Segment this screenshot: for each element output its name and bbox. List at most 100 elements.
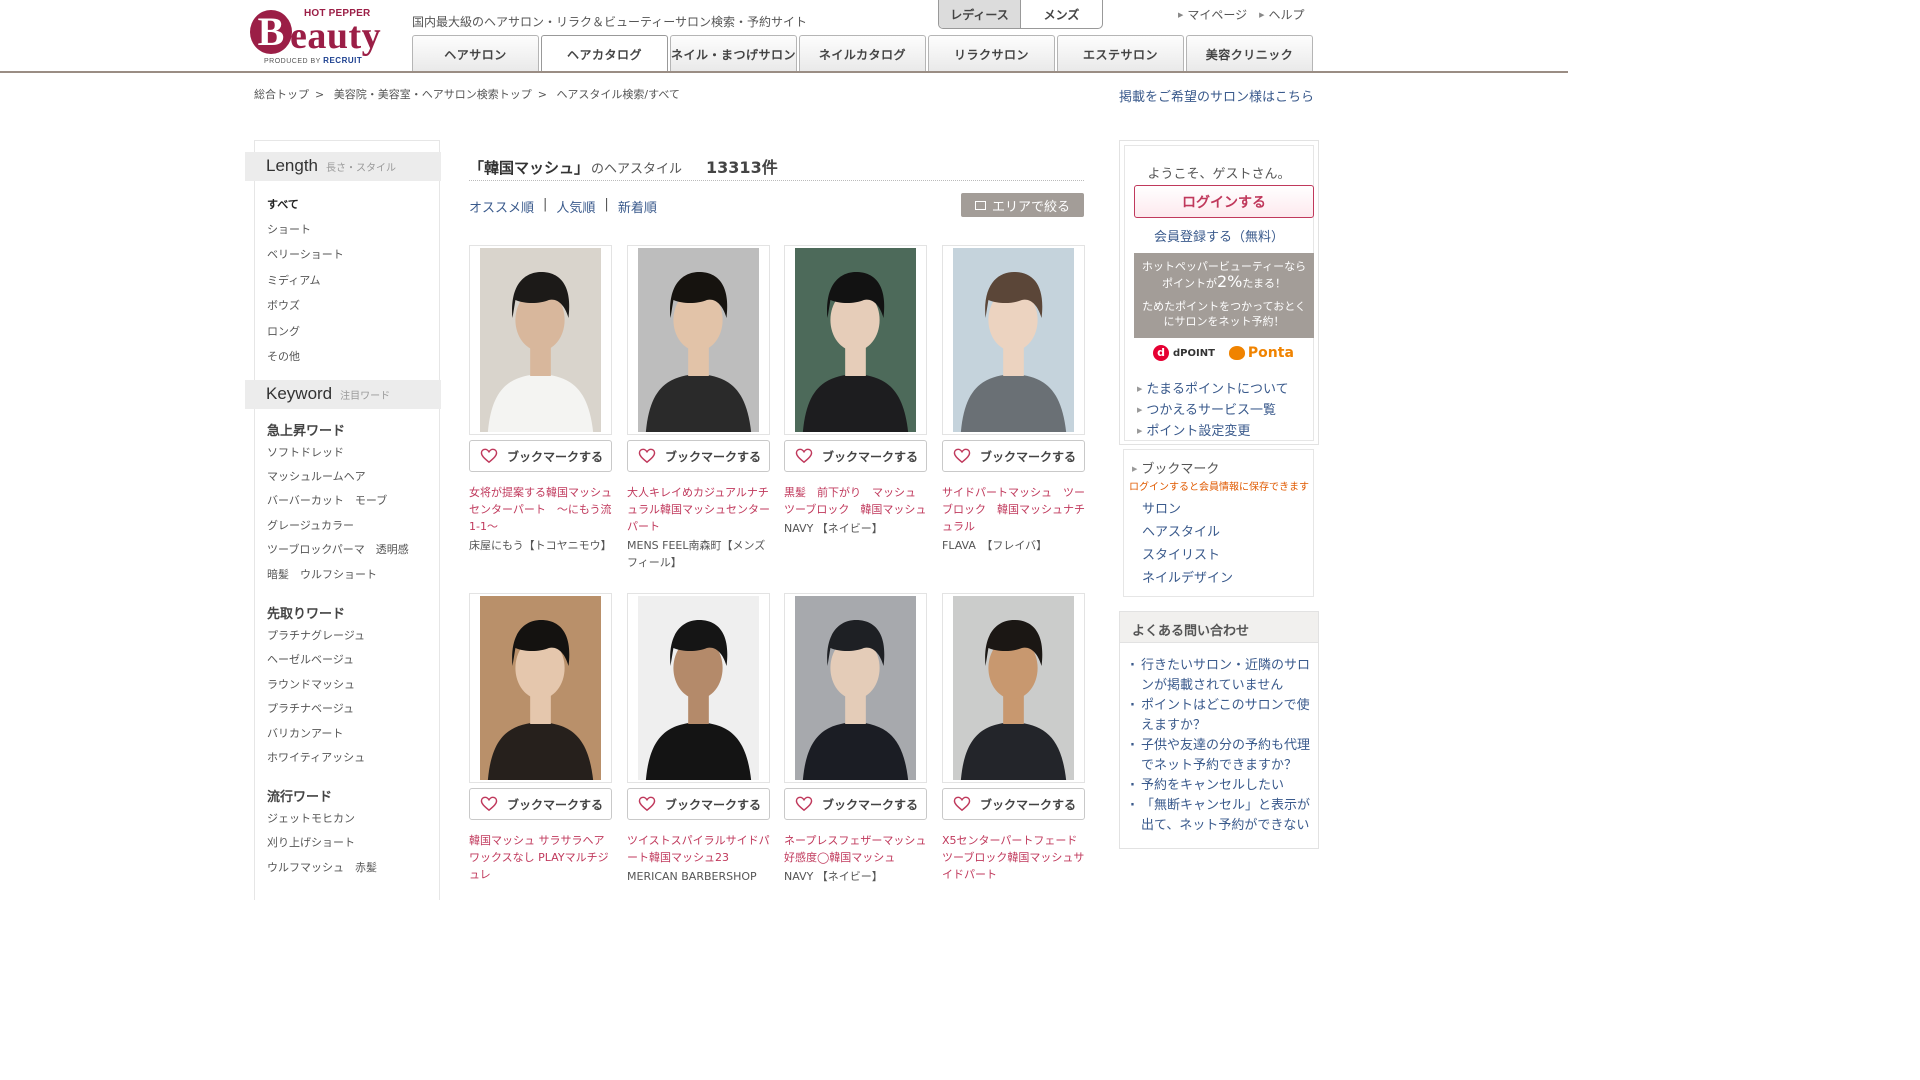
style-title[interactable]: 韓国マッシュ サラサラヘア ワックスなし PLAYマルチジュレ [469, 832, 612, 883]
keyword-item[interactable]: ホワイティアッシュ [267, 749, 365, 765]
bookmark-link-stylist[interactable]: スタイリスト [1142, 544, 1220, 563]
salon-name[interactable]: NAVY 【ネイビー】 [784, 520, 927, 537]
salon-name[interactable]: NAVY 【ネイビー】 [784, 868, 927, 885]
keyword-item[interactable]: 刈り上げショート [267, 834, 355, 850]
mypage-link[interactable]: マイページ [1178, 6, 1247, 23]
faq-item[interactable]: 行きたいサロン・近隣のサロンが掲載されていません [1130, 656, 1314, 696]
nav-tab-hair-catalog[interactable]: ヘアカタログ [541, 35, 668, 73]
bookmark-button[interactable]: ブックマークする [469, 440, 612, 472]
nav-tab-esthetic-salon[interactable]: エステサロン [1057, 35, 1184, 72]
style-card[interactable]: ブックマークする大人キレイめカジュアルナチュラル韓国マッシュセンターパート MEN… [627, 245, 770, 571]
style-photo[interactable] [627, 245, 770, 435]
keyword-item[interactable]: グレージュカラー [267, 517, 354, 533]
keyword-item[interactable]: プラチナベージュ [267, 700, 354, 716]
member-box-inner: ようこそ、ゲストさん。 ログインする 会員登録する（無料） ホットペッパービュー… [1124, 145, 1314, 441]
point-link-about[interactable]: たまるポイントについて [1137, 379, 1288, 400]
style-photo[interactable] [627, 593, 770, 783]
point-link-services[interactable]: つかえるサービス一覧 [1137, 400, 1289, 421]
bookmark-button[interactable]: ブックマークする [784, 788, 927, 820]
points-rate: 2% [1216, 272, 1243, 291]
breadcrumb-salon-search[interactable]: 美容院・美容室・ヘアサロン検索トップ [334, 88, 532, 101]
breadcrumb-top[interactable]: 総合トップ [254, 88, 309, 101]
style-card[interactable]: ブックマークする韓国マッシュ サラサラヘア ワックスなし PLAYマルチジュレ [469, 593, 612, 885]
gender-tab-ladies[interactable]: レディース [939, 0, 1021, 28]
faq-item[interactable]: 子供や友達の分の予約も代理でネット予約できますか？ [1130, 736, 1314, 776]
style-title[interactable]: 女将が提案する韓国マッシュセンターパート ～にもう流1-1～ [469, 484, 612, 535]
bookmark-link-nail-design[interactable]: ネイルデザイン [1142, 567, 1233, 586]
faq-item[interactable]: ポイントはどこのサロンで使えますか？ [1130, 696, 1314, 736]
keyword-item[interactable]: ヘーゼルベージュ [267, 651, 354, 667]
help-link[interactable]: ヘルプ [1259, 6, 1305, 23]
style-photo[interactable] [469, 593, 612, 783]
keyword-item[interactable]: バリカンアート [267, 725, 343, 741]
salon-name[interactable]: MENS FEEL南森町【メンズフィール】 [627, 537, 770, 571]
style-photo[interactable] [942, 593, 1085, 783]
nav-tab-nail-catalog[interactable]: ネイルカタログ [799, 35, 926, 72]
bookmark-link-salon[interactable]: サロン [1142, 498, 1181, 517]
style-card[interactable]: ブックマークするサイドパートマッシュ ツーブロック 韓国マッシュナチュラル FLA… [942, 245, 1085, 554]
keyword-item[interactable]: 暗髪 ウルフショート [267, 566, 377, 582]
length-item-other[interactable]: その他 [267, 348, 300, 364]
keyword-item[interactable]: バーバーカット モーブ [267, 492, 387, 508]
style-card[interactable]: ブックマークする ツイストスパイラルサイドパート韓国マッシュ23 MERICAN B… [627, 593, 770, 885]
bookmark-button[interactable]: ブックマークする [784, 440, 927, 472]
nav-tab-relax-salon[interactable]: リラクサロン [928, 35, 1055, 72]
area-filter-button[interactable]: エリアで絞る [961, 193, 1084, 217]
point-link-settings[interactable]: ポイント設定変更 [1137, 421, 1289, 442]
bookmark-title[interactable]: ブックマーク [1132, 458, 1219, 477]
keyword-title: Keyword [266, 384, 333, 403]
style-photo[interactable] [784, 245, 927, 435]
style-title[interactable]: サイドパートマッシュ ツーブロック 韓国マッシュナチュラル [942, 484, 1085, 535]
style-card[interactable]: ブックマークする女将が提案する韓国マッシュセンターパート ～にもう流1-1～ 床屋… [469, 245, 612, 554]
sort-popular[interactable]: 人気順 [556, 197, 595, 216]
length-item-long[interactable]: ロング [267, 323, 300, 339]
sort-newest[interactable]: 新着順 [618, 197, 657, 216]
keyword-item[interactable]: ツーブロックパーマ 透明感 [267, 541, 409, 557]
keyword-item[interactable]: ソフトドレッド [267, 444, 344, 460]
bookmark-button[interactable]: ブックマークする [942, 788, 1085, 820]
style-card[interactable]: ブックマークする X5センターパートフェードツーブロック韓国マッシュサイドパート [942, 593, 1085, 885]
nav-tab-hair-salon[interactable]: ヘアサロン [412, 35, 539, 72]
keyword-group-rising: 急上昇ワード [267, 424, 346, 439]
faq-item[interactable]: 「無断キャンセル」と表示が出て、ネット予約ができない [1130, 796, 1314, 836]
gender-tab-mens[interactable]: メンズ [1021, 0, 1102, 28]
ponta-icon [1228, 346, 1245, 360]
nav-tab-nail-eyelash-salon[interactable]: ネイル・まつげサロン [670, 35, 797, 72]
length-item-very-short[interactable]: ベリーショート [267, 246, 344, 262]
bookmark-button[interactable]: ブックマークする [942, 440, 1085, 472]
register-link[interactable]: 会員登録する（無料） [1125, 226, 1313, 245]
keyword-item[interactable]: マッシュルームヘア [267, 468, 366, 484]
salon-name[interactable]: MERICAN BARBERSHOP [627, 868, 770, 885]
style-title[interactable]: ネープレスフェザーマッシュ好感度◯韓国マッシュ [784, 832, 927, 866]
style-photo[interactable] [784, 593, 927, 783]
style-title[interactable]: ツイストスパイラルサイドパート韓国マッシュ23 [627, 832, 770, 866]
style-card[interactable]: ブックマークする 黒髪 前下がり マッシュ ツーブロック 韓国マッシュ NAVY 【… [784, 245, 927, 537]
keyword-item[interactable]: プラチナグレージュ [267, 627, 365, 643]
keyword-item[interactable]: ラウンドマッシュ [267, 676, 355, 692]
salon-listing-link[interactable]: 掲載をご希望のサロン様はこちら [1119, 86, 1314, 105]
length-item-medium[interactable]: ミディアム [267, 272, 320, 288]
length-item-short[interactable]: ショート [267, 221, 311, 237]
login-button[interactable]: ログインする [1134, 185, 1314, 218]
keyword-item[interactable]: ジェットモヒカン [267, 810, 355, 826]
bookmark-button[interactable]: ブックマークする [627, 788, 770, 820]
style-title[interactable]: 大人キレイめカジュアルナチュラル韓国マッシュセンターパート [627, 484, 770, 535]
faq-item[interactable]: 予約をキャンセルしたい [1130, 776, 1314, 796]
keyword-item[interactable]: ウルフマッシュ 赤髪 [267, 859, 377, 875]
style-card[interactable]: ブックマークする ネープレスフェザーマッシュ好感度◯韓国マッシュ NAVY 【ネイビ… [784, 593, 927, 885]
length-item-all[interactable]: すべて [267, 196, 299, 212]
style-photo[interactable] [942, 245, 1085, 435]
bookmark-link-hairstyle[interactable]: ヘアスタイル [1142, 521, 1220, 540]
sort-recommended[interactable]: オススメ順 [469, 197, 534, 216]
style-title[interactable]: 黒髪 前下がり マッシュ ツーブロック 韓国マッシュ [784, 484, 927, 518]
nav-tab-beauty-clinic[interactable]: 美容クリニック [1186, 35, 1313, 72]
salon-name[interactable]: 床屋にもう【トコヤニモウ】 [469, 537, 612, 554]
style-title[interactable]: X5センターパートフェードツーブロック韓国マッシュサイドパート [942, 832, 1085, 883]
length-item-bouzu[interactable]: ボウズ [267, 297, 300, 313]
style-photo[interactable] [469, 245, 612, 435]
site-logo[interactable]: HOT PEPPER B eauty PRODUCED BY RECRUIT [248, 4, 388, 68]
bookmark-button[interactable]: ブックマークする [469, 788, 612, 820]
bookmark-button[interactable]: ブックマークする [627, 440, 770, 472]
salon-name[interactable]: FLAVA 【フレイバ】 [942, 537, 1085, 554]
welcome-text: ようこそ、ゲストさん。 [1147, 167, 1291, 182]
